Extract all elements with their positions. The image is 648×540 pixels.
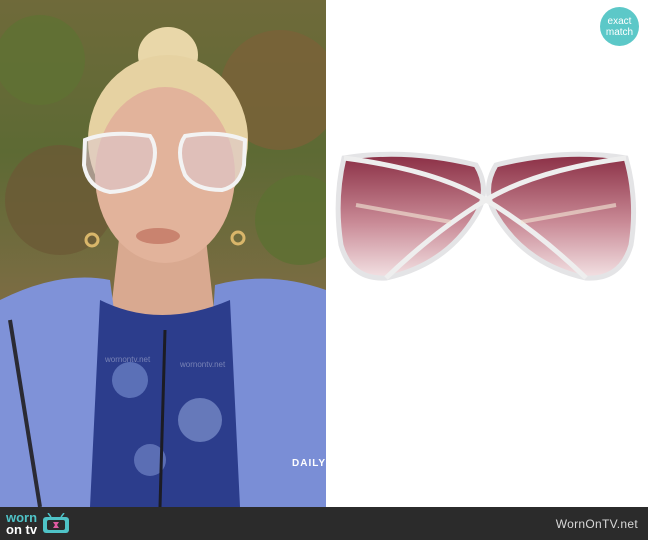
jacket-logo-text: DAILY — [292, 458, 326, 469]
celebrity-photo: DAILY wornontv.net wornontv.net — [0, 0, 326, 507]
watermark: wornontv.net — [105, 355, 151, 364]
badge-line2: match — [605, 26, 634, 38]
watermark: wornontv.net — [180, 360, 226, 369]
logo-on-tv: on tv — [6, 522, 38, 537]
exact-match-badge: exact match — [600, 7, 639, 46]
site-name[interactable]: WornOnTV.net — [556, 517, 638, 531]
footer-bar: worn on tv WornOnTV.net — [0, 507, 648, 540]
product-image — [326, 0, 648, 507]
wornontv-logo[interactable]: worn on tv — [6, 511, 71, 537]
tv-icon — [43, 513, 70, 533]
badge-line1: exact — [607, 15, 632, 27]
